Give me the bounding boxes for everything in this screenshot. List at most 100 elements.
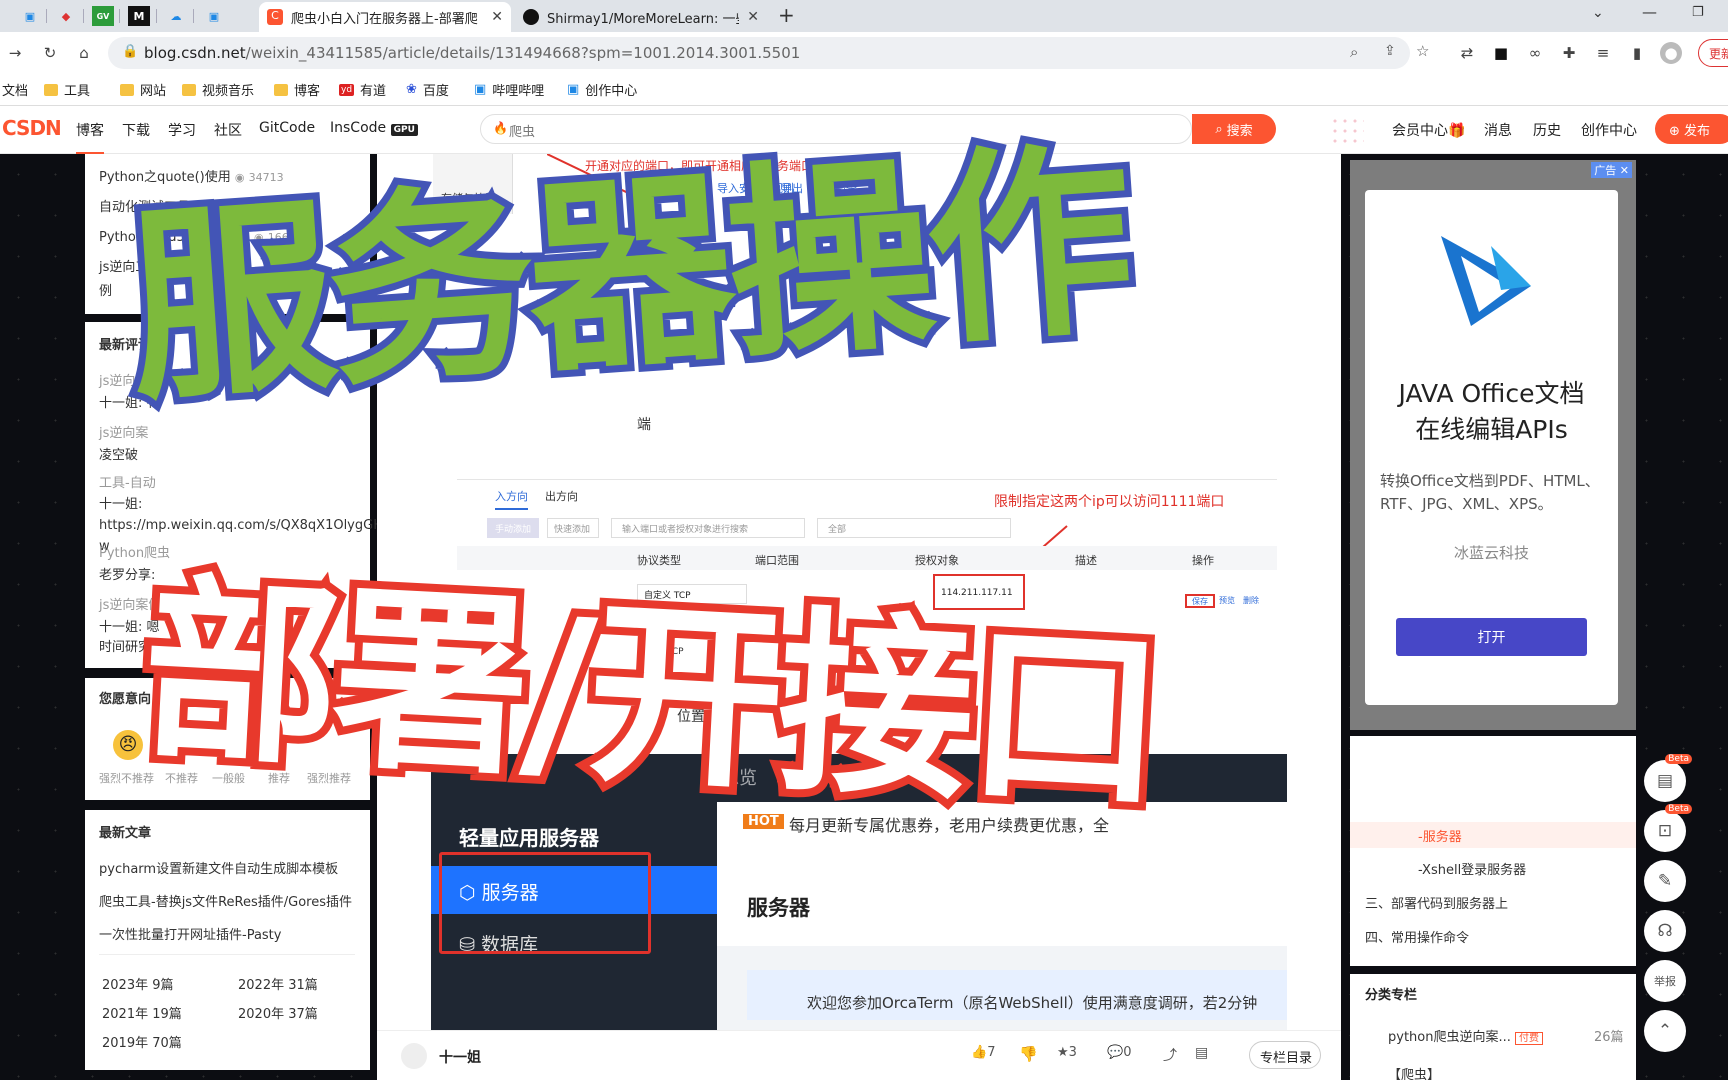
nav-gitcode[interactable]: GitCode (259, 120, 315, 136)
console-page-title: 服务器 (747, 896, 810, 920)
csdn-logo[interactable]: CSDN (2, 116, 62, 140)
decor-flower (1330, 116, 1364, 146)
back-to-top-button[interactable]: ⌃ (1644, 1010, 1686, 1052)
share-icon[interactable]: ⇪ (1384, 43, 1396, 59)
nav-download[interactable]: 下载 (122, 120, 150, 140)
toc-item[interactable]: 四、常用操作命令 (1365, 927, 1469, 946)
float-ai-button[interactable]: ⊡ Beta (1644, 804, 1692, 852)
toc-item[interactable]: -服务器 (1418, 826, 1462, 845)
toc-item[interactable]: -Xshell登录服务器 (1418, 859, 1526, 878)
nav-learn[interactable]: 学习 (168, 120, 196, 140)
bookmark-blog[interactable]: 博客 (274, 80, 320, 99)
m-tab-icon[interactable]: M (128, 6, 150, 26)
github-tab-title: Shirmay1/MoreMoreLearn: 一些 (547, 11, 740, 27)
ad-open-button[interactable]: 打开 (1396, 618, 1587, 656)
archive-item[interactable]: 2020年 37篇 (238, 1003, 318, 1022)
ad-body: 转换Office文档到PDF、HTML、 (1380, 472, 1600, 490)
archive-item[interactable]: 2021年 19篇 (102, 1003, 182, 1022)
close-tab-icon[interactable]: ✕ (491, 9, 503, 25)
omnibox[interactable]: 🔒 blog.csdn.net/weixin_43411585/article/… (108, 37, 1429, 69)
catalog-button[interactable]: 专栏目录 (1249, 1041, 1321, 1069)
bilibili-tab-icon[interactable]: ▣ (19, 6, 41, 26)
extension-switch-icon[interactable]: ⇄ (1456, 42, 1478, 64)
bilibili-icon: ▣ (474, 82, 487, 97)
bookmark-docs[interactable]: 文档 (2, 80, 28, 99)
publish-button[interactable]: ⊕ 发布 (1655, 114, 1728, 144)
nav-vip[interactable]: 会员中心🎁 (1392, 120, 1465, 140)
toc-item[interactable]: 三、部署代码到服务器上 (1365, 893, 1508, 912)
new-tab-button[interactable]: + (778, 3, 795, 27)
igiven-tab-icon[interactable]: GV (92, 6, 114, 26)
nav-community[interactable]: 社区 (214, 120, 242, 140)
forward-icon[interactable]: → (4, 42, 26, 64)
nav-creator[interactable]: 创作中心 (1581, 120, 1637, 140)
side-panel-icon[interactable]: ▮ (1626, 42, 1648, 64)
home-icon[interactable]: ⌂ (73, 42, 95, 64)
active-tab[interactable]: C 爬虫小白入门在服务器上-部署爬 ✕ (259, 2, 511, 32)
like-button[interactable]: 👍7 (971, 1045, 995, 1060)
bookmark-tools[interactable]: 工具 (44, 80, 90, 99)
close-tab-icon[interactable]: ✕ (747, 9, 759, 25)
bilibili-icon: ▣ (567, 82, 580, 97)
folder-icon (44, 83, 58, 96)
column-item[interactable]: 【爬虫】 (1388, 1064, 1440, 1080)
zoom-icon[interactable]: ⌕ (1350, 43, 1358, 61)
reading-list-icon[interactable]: ≡ (1592, 42, 1614, 64)
star-button[interactable]: ★3 (1057, 1045, 1077, 1060)
bookmark-creator[interactable]: ▣ 创作中心 (567, 80, 637, 99)
tab-search-chevron-icon[interactable]: ⌄ (1592, 5, 1604, 21)
nav-blog[interactable]: 博客 (76, 120, 104, 154)
bookmark-bilibili[interactable]: ▣ 哔哩哔哩 (474, 80, 544, 99)
update-button[interactable]: 更新 (1698, 39, 1728, 67)
float-report-button[interactable]: 举报 (1644, 960, 1686, 1002)
nav-inscode[interactable]: InsCode GPU (330, 120, 418, 136)
github-tab[interactable]: Shirmay1/MoreMoreLearn: 一些 ✕ (515, 2, 767, 32)
search-icon: ⌕ (1215, 121, 1223, 137)
ad-title-2: 在线编辑APIs (1415, 415, 1568, 444)
profile-avatar-icon[interactable]: ● (1660, 42, 1682, 64)
reload-icon[interactable]: ↻ (39, 42, 61, 64)
comment-source[interactable]: 工具-自动 (99, 472, 156, 491)
bookmark-star-icon[interactable]: ☆ (1416, 42, 1429, 60)
float-support-button[interactable]: ☊ (1644, 910, 1686, 952)
puzzle-icon[interactable]: ✚ (1558, 42, 1580, 64)
author-name[interactable]: 十一姐 (439, 1047, 481, 1067)
bookmark-media[interactable]: 视频音乐 (182, 80, 254, 99)
bookmark-youdao[interactable]: yd 有道 (339, 80, 386, 99)
archive-item[interactable]: 2023年 9篇 (102, 974, 174, 993)
restore-icon[interactable]: ❐ (1692, 5, 1704, 20)
archive-item[interactable]: 2019年 70篇 (102, 1032, 182, 1051)
latest-item[interactable]: 爬虫工具-替换js文件ReRes插件/Gores插件 (99, 891, 352, 910)
article-toolbar: 十一姐 👍7 👎 ★3 💬0 ⤴ ▤ 专栏目录 (377, 1030, 1341, 1080)
author-avatar[interactable] (401, 1043, 427, 1069)
nav-messages[interactable]: 消息 (1484, 120, 1512, 140)
toc-card: -服务器 -Xshell登录服务器 三、部署代码到服务器上 四、常用操作命令 (1350, 736, 1636, 966)
latest-item[interactable]: 一次性批量打开网址插件-Pasty (99, 924, 281, 943)
float-summary-button[interactable]: ▤ Beta (1644, 754, 1692, 802)
float-edit-button[interactable]: ✎ (1644, 860, 1686, 902)
thumbs-down-icon[interactable]: 👎 (1019, 1045, 1038, 1063)
archive-item[interactable]: 2022年 31篇 (238, 974, 318, 993)
github-favicon-icon (523, 9, 539, 25)
extension-link-icon[interactable]: ∞ (1524, 42, 1546, 64)
latest-item[interactable]: pycharm设置新建文件自动生成脚本模板 (99, 858, 338, 877)
comment-button[interactable]: 💬0 (1107, 1045, 1131, 1060)
pinned-tab-icon[interactable]: ◆ (55, 6, 77, 26)
comment-text: 老罗分享: (99, 568, 156, 583)
bilibili-tab-icon-2[interactable]: ▣ (203, 6, 225, 26)
search-button[interactable]: ⌕ 搜索 (1192, 114, 1276, 144)
column-item[interactable]: python爬虫逆向案... 付费 (1388, 1026, 1544, 1045)
close-icon[interactable]: ✕ (1620, 164, 1629, 177)
popular-item[interactable]: 例 (99, 280, 112, 299)
cloud-tab-icon[interactable]: ☁ (165, 6, 187, 26)
bookmark-baidu[interactable]: ❀ 百度 (406, 80, 449, 99)
nav-history[interactable]: 历史 (1533, 120, 1561, 140)
youdao-icon: yd (339, 83, 355, 96)
extension-icon[interactable]: ■ (1490, 42, 1512, 64)
minimize-icon[interactable]: — (1642, 3, 1657, 21)
bookmark-sites[interactable]: 网站 (120, 80, 166, 99)
baidu-paw-icon: ❀ (406, 82, 417, 97)
tab-inbound: 入方向 (495, 488, 528, 510)
pdf-icon[interactable]: ▤ (1195, 1045, 1208, 1061)
share-icon[interactable]: ⤴ (1163, 1045, 1177, 1065)
